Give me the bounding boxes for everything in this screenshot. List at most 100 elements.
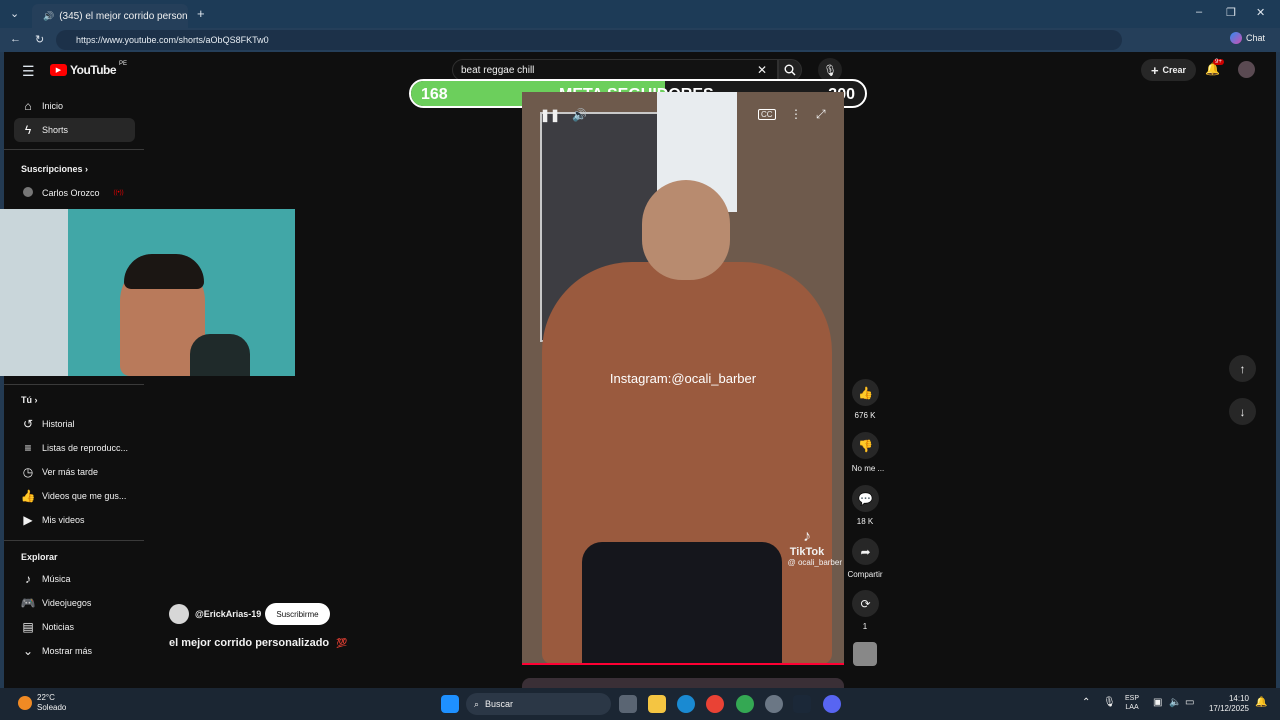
sound-thumbnail[interactable] [853,642,877,666]
new-tab-icon[interactable]: + [197,6,205,21]
close-window-icon[interactable]: ✕ [1256,6,1265,19]
avatar[interactable] [1238,61,1255,78]
you-header[interactable]: Tú › [21,395,38,405]
chevron-right-icon: › [85,164,89,174]
remix-count: 1 [862,622,868,631]
tray-chevron-up-icon[interactable]: ⌃ [1082,697,1090,708]
share-button[interactable]: ➦ [852,538,879,565]
reload-icon[interactable]: ↻ [35,33,44,46]
sidebar-item-history[interactable]: ↺ Historial [14,412,139,436]
search-input[interactable]: beat reggae chill ✕ [452,59,778,81]
chrome-profile-icon[interactable] [736,695,754,713]
follower-current: 168 [421,86,448,103]
weather-widget[interactable]: 22°C Soleado [18,693,66,713]
comment-count: 18 K [856,517,874,526]
clock[interactable]: 14:10 17/12/2025 [1203,694,1249,714]
channel-name[interactable]: @ErickArias-19 [195,609,261,619]
like-button[interactable]: 👍 [852,379,879,406]
thumbs-down-icon: 👎 [858,438,873,453]
sidebar-item-my-videos[interactable]: ▶ Mis videos [14,508,139,532]
video-caption: Instagram:@ocali_barber [609,371,757,386]
speaker-icon[interactable]: 🔊 [43,11,54,22]
browser-tab-bar: ⌄ 🔊 (345) el mejor corrido person... ✕ +… [0,0,1280,28]
settings-app-icon[interactable] [765,695,783,713]
tiktok-label: TikTok [789,546,825,558]
clock-time: 14:10 [1228,694,1249,703]
back-icon[interactable]: ← [10,33,21,45]
sidebar-item-news[interactable]: ▤ Noticias [14,615,139,639]
sidebar-item-watch-later[interactable]: ◷ Ver más tarde [14,460,139,484]
edge-icon[interactable] [677,695,695,713]
sidebar-item-music[interactable]: ♪ Música [14,567,139,591]
sidebar-item-gaming[interactable]: 🎮 Videojuegos [14,591,139,615]
volume-tray-icon[interactable]: 🔈 [1169,697,1181,708]
sidebar-item-label: Inicio [42,101,64,111]
captions-icon[interactable]: CC [758,109,776,120]
discord-icon[interactable] [823,695,841,713]
taskbar-search[interactable]: ⌕ Buscar [466,693,611,715]
maximize-icon[interactable]: ❐ [1226,6,1236,19]
clear-search-icon[interactable]: ✕ [757,63,767,77]
sidebar-item-show-more[interactable]: ⌄ Mostrar más [14,639,139,663]
pause-icon[interactable]: ❚❚ [540,108,560,122]
dislike-button[interactable]: 👎 [852,432,879,459]
next-short-button[interactable]: ↓ [1229,398,1256,425]
weather-temp: 22°C [37,693,55,702]
address-bar-row: ← ↻ https://www.youtube.com/shorts/aObQS… [0,28,1280,52]
sidebar-item-label: Historial [42,419,75,429]
fullscreen-icon[interactable]: ⤢ [816,107,826,122]
sidebar-item-liked-videos[interactable]: 👍 Videos que me gus... [14,484,139,508]
remix-button[interactable]: ⟳ [852,590,879,617]
live-indicator-icon: ((•)) [113,190,124,196]
home-icon: ⌂ [24,99,32,113]
short-video-player[interactable]: Instagram:@ocali_barber ♪ TikTok @ ocali… [522,92,844,664]
file-explorer-icon[interactable] [648,695,666,713]
divider [4,540,144,541]
subscriptions-label: Suscripciones [21,164,83,174]
copilot-chat-button[interactable]: Chat [1230,32,1265,44]
sidebar-item-label: Shorts [42,125,69,135]
more-options-icon[interactable]: ⋮ [790,107,802,121]
sidebar-item-playlists[interactable]: ≡ Listas de reproducc... [14,436,139,460]
steam-icon[interactable] [793,695,811,713]
sidebar-item-shorts[interactable]: ϟ Shorts [14,118,135,142]
url-field[interactable]: https://www.youtube.com/shorts/aObQS8FKT… [56,30,1122,50]
battery-icon[interactable]: ▭ [1185,697,1194,708]
chrome-icon[interactable] [706,695,724,713]
browser-tab[interactable]: 🔊 (345) el mejor corrido person... ✕ [32,4,188,28]
webcam-person-hair [124,254,204,289]
sidebar-subscription-item[interactable]: Carlos Orozco ((•)) [14,181,139,205]
tray-microphone-icon[interactable]: 🎙 [1103,697,1116,708]
tab-menu-icon[interactable]: ⌄ [10,7,19,20]
sidebar-item-home[interactable]: ⌂ Inicio [14,94,139,118]
subscribe-button[interactable]: Suscribirme [265,603,330,625]
comments-button[interactable]: 💬 [852,485,879,512]
task-view-icon[interactable] [619,695,637,713]
volume-icon[interactable]: 🔊 [572,108,587,122]
subscription-label: Carlos Orozco [42,188,100,198]
video-progress-bar[interactable] [522,663,844,665]
notifications-button[interactable]: 🔔 9+ [1205,59,1224,76]
arrow-down-icon: ↓ [1239,404,1246,419]
tiktok-logo-icon: ♪ [803,528,811,545]
dislike-label: No me ... [851,464,885,473]
minimize-icon[interactable]: – [1196,6,1202,18]
sidebar-item-label: Mis videos [42,515,85,525]
search-button[interactable] [778,59,802,81]
network-icon[interactable]: ▣ [1153,697,1162,708]
previous-short-button[interactable]: ↑ [1229,355,1256,382]
search-text: beat reggae chill [461,64,535,76]
language-code: ESP [1125,695,1140,702]
language-indicator[interactable]: ESP LAA [1125,694,1139,712]
channel-avatar[interactable] [169,604,189,624]
notification-center-icon[interactable]: 🔔 [1255,697,1267,708]
shorts-icon: ϟ [24,123,32,137]
chevron-right-icon: › [34,395,38,405]
subscriptions-header[interactable]: Suscripciones › [21,164,88,174]
tiktok-user: @ ocali_barber [787,558,842,567]
divider [4,149,144,150]
windows-start-icon[interactable] [441,695,459,713]
create-button[interactable]: + Crear [1141,59,1196,81]
thumbs-up-icon: 👍 [20,489,36,503]
sidebar-item-label: Mostrar más [42,646,93,656]
